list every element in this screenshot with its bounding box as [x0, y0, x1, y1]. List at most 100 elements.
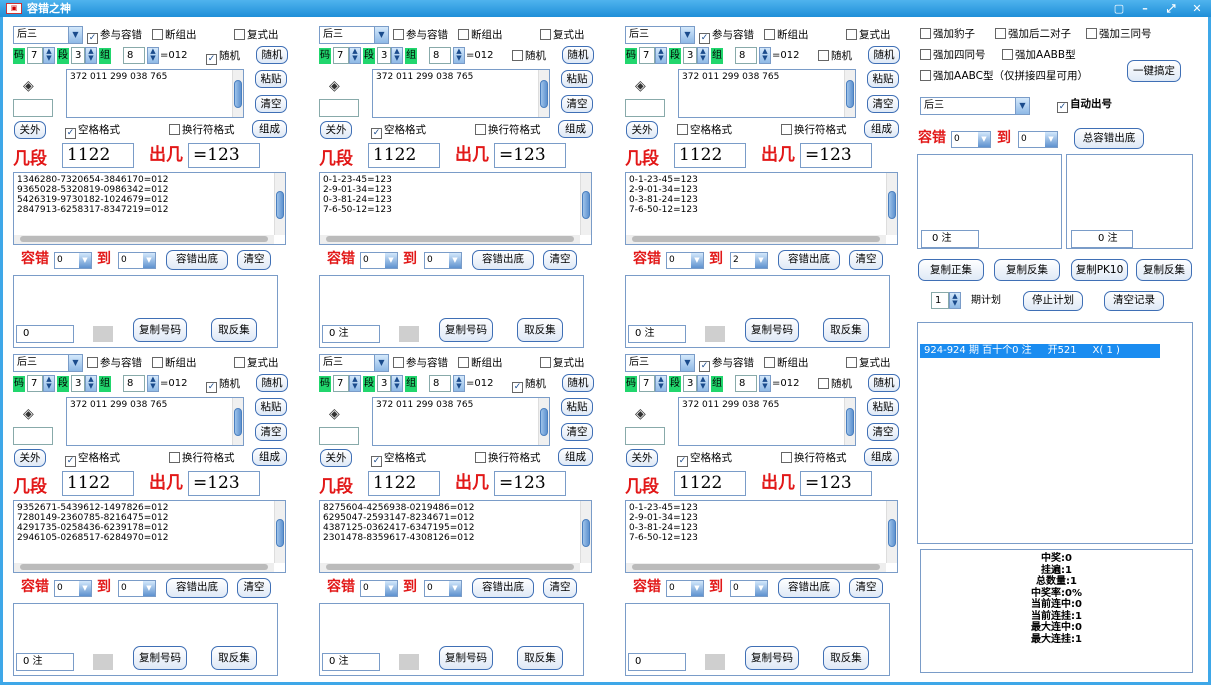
space-format-checkbox[interactable]: 空格格式	[677, 123, 732, 137]
duan-input[interactable]: 3	[683, 47, 697, 64]
ma-input[interactable]: 7	[639, 47, 655, 64]
chuer-input[interactable]: =123	[188, 471, 260, 496]
guanwai-button[interactable]: 关外	[14, 449, 46, 467]
guanwai-button[interactable]: 关外	[320, 121, 352, 139]
small-input[interactable]	[625, 99, 665, 117]
move-diamond-icon[interactable]: ◈	[23, 79, 34, 93]
move-diamond-icon[interactable]: ◈	[23, 407, 34, 421]
clear-input-button[interactable]: 清空	[867, 95, 899, 113]
chuer-input[interactable]: =123	[494, 471, 566, 496]
result-hscroll[interactable]	[626, 235, 886, 244]
inverse-set-button[interactable]: 取反集	[517, 318, 563, 342]
random-button[interactable]: 随机	[562, 46, 594, 64]
err-to-select[interactable]: 0 ▼	[424, 252, 462, 269]
space-format-checkbox[interactable]: ✓ 空格格式	[371, 451, 426, 467]
one-key-button[interactable]: 一键搞定	[1127, 60, 1181, 82]
period-input[interactable]: 1	[931, 292, 949, 309]
small-input[interactable]	[13, 99, 53, 117]
mode-select[interactable]: 后三 ▼	[13, 354, 83, 372]
copy-negative-2-button[interactable]: 复制反集	[1136, 259, 1192, 281]
random-button[interactable]: 随机	[868, 374, 900, 392]
space-format-checkbox[interactable]: ✓ 空格格式	[371, 123, 426, 139]
jiduan-input[interactable]: 1122	[368, 143, 440, 168]
zu-input[interactable]: 8	[123, 375, 145, 392]
opt-aabb-checkbox[interactable]: 强加AABB型	[1002, 48, 1076, 62]
small-input[interactable]	[625, 427, 665, 445]
duan-input[interactable]: 3	[683, 375, 697, 392]
newline-format-checkbox[interactable]: 换行符格式	[169, 123, 235, 137]
zu-input[interactable]: 8	[429, 375, 451, 392]
err-out-button[interactable]: 容错出底	[166, 578, 228, 598]
inverse-set-button[interactable]: 取反集	[823, 646, 869, 670]
opt-quad-checkbox[interactable]: 强加四同号	[920, 48, 986, 62]
break-out-checkbox[interactable]: 断组出	[764, 356, 809, 370]
mode-select[interactable]: 后三 ▼	[625, 354, 695, 372]
duan-input[interactable]: 3	[377, 375, 391, 392]
ma-input[interactable]: 7	[27, 47, 43, 64]
ma-spinner[interactable]: ▲ ▼	[349, 47, 361, 64]
compose-button[interactable]: 组成	[252, 448, 287, 466]
ma-spinner[interactable]: ▲ ▼	[349, 375, 361, 392]
paste-button[interactable]: 粘贴	[255, 398, 287, 416]
zu-input[interactable]: 8	[429, 47, 451, 64]
err-out-button[interactable]: 容错出底	[166, 250, 228, 270]
close-icon[interactable]: ✕	[1191, 0, 1203, 17]
clear-input-button[interactable]: 清空	[255, 95, 287, 113]
small-input[interactable]	[319, 99, 359, 117]
result-vscroll[interactable]	[274, 173, 285, 235]
random-checkbox[interactable]: 随机	[512, 49, 546, 63]
zu-input[interactable]: 8	[735, 47, 757, 64]
jiduan-input[interactable]: 1122	[368, 471, 440, 496]
ma-spinner[interactable]: ▲ ▼	[43, 47, 55, 64]
paste-button[interactable]: 粘贴	[561, 70, 593, 88]
newline-format-checkbox[interactable]: 换行符格式	[781, 123, 847, 137]
newline-format-checkbox[interactable]: 换行符格式	[781, 451, 847, 465]
mode-select[interactable]: 后三 ▼	[625, 26, 695, 44]
duan-spinner[interactable]: ▲ ▼	[85, 375, 97, 392]
join-error-checkbox[interactable]: ✓ 参与容错	[87, 28, 142, 44]
period-spinner[interactable]: ▲ ▼	[949, 292, 961, 309]
result-hscroll[interactable]	[626, 563, 886, 572]
result-vscroll[interactable]	[580, 501, 591, 563]
err-out-button[interactable]: 容错出底	[472, 578, 534, 598]
ma-input[interactable]: 7	[27, 375, 43, 392]
number-input-area[interactable]: 372 011 299 038 765	[372, 69, 550, 118]
copy-numbers-button[interactable]: 复制号码	[133, 318, 187, 342]
ma-spinner[interactable]: ▲ ▼	[655, 47, 667, 64]
opt-leopard-checkbox[interactable]: 强加豹子	[920, 27, 975, 41]
guanwai-button[interactable]: 关外	[626, 121, 658, 139]
duan-spinner[interactable]: ▲ ▼	[697, 47, 709, 64]
duan-spinner[interactable]: ▲ ▼	[697, 375, 709, 392]
random-checkbox[interactable]: ✓ 随机	[206, 377, 240, 393]
err-from-select[interactable]: 0 ▼	[54, 580, 92, 597]
log-line[interactable]: 924-924 期 百十个0 注 开521 X( 1 )	[920, 344, 1160, 358]
clear-result-button[interactable]: 清空	[543, 578, 577, 598]
duan-spinner[interactable]: ▲ ▼	[391, 47, 403, 64]
input-scrollbar[interactable]	[538, 70, 549, 117]
jiduan-input[interactable]: 1122	[62, 143, 134, 168]
copy-numbers-button[interactable]: 复制号码	[439, 646, 493, 670]
zu-input[interactable]: 8	[123, 47, 145, 64]
compose-button[interactable]: 组成	[558, 120, 593, 138]
random-button[interactable]: 随机	[868, 46, 900, 64]
compound-out-checkbox[interactable]: 复式出	[846, 356, 891, 370]
zu-spinner[interactable]: ▲ ▼	[759, 375, 771, 392]
guanwai-button[interactable]: 关外	[626, 449, 658, 467]
inverse-set-button[interactable]: 取反集	[823, 318, 869, 342]
guanwai-button[interactable]: 关外	[14, 121, 46, 139]
ma-input[interactable]: 7	[333, 47, 349, 64]
err-out-button[interactable]: 容错出底	[778, 250, 840, 270]
space-format-checkbox[interactable]: ✓ 空格格式	[65, 451, 120, 467]
compose-button[interactable]: 组成	[864, 448, 899, 466]
clear-input-button[interactable]: 清空	[255, 423, 287, 441]
jiduan-input[interactable]: 1122	[674, 471, 746, 496]
compose-button[interactable]: 组成	[864, 120, 899, 138]
total-err-button[interactable]: 总容错出底	[1074, 128, 1144, 149]
err-from-select[interactable]: 0 ▼	[360, 580, 398, 597]
newline-format-checkbox[interactable]: 换行符格式	[475, 123, 541, 137]
move-diamond-icon[interactable]: ◈	[329, 79, 340, 93]
input-scrollbar[interactable]	[538, 398, 549, 445]
err-to-select[interactable]: 0 ▼	[424, 580, 462, 597]
small-input[interactable]	[319, 427, 359, 445]
duan-spinner[interactable]: ▲ ▼	[85, 47, 97, 64]
